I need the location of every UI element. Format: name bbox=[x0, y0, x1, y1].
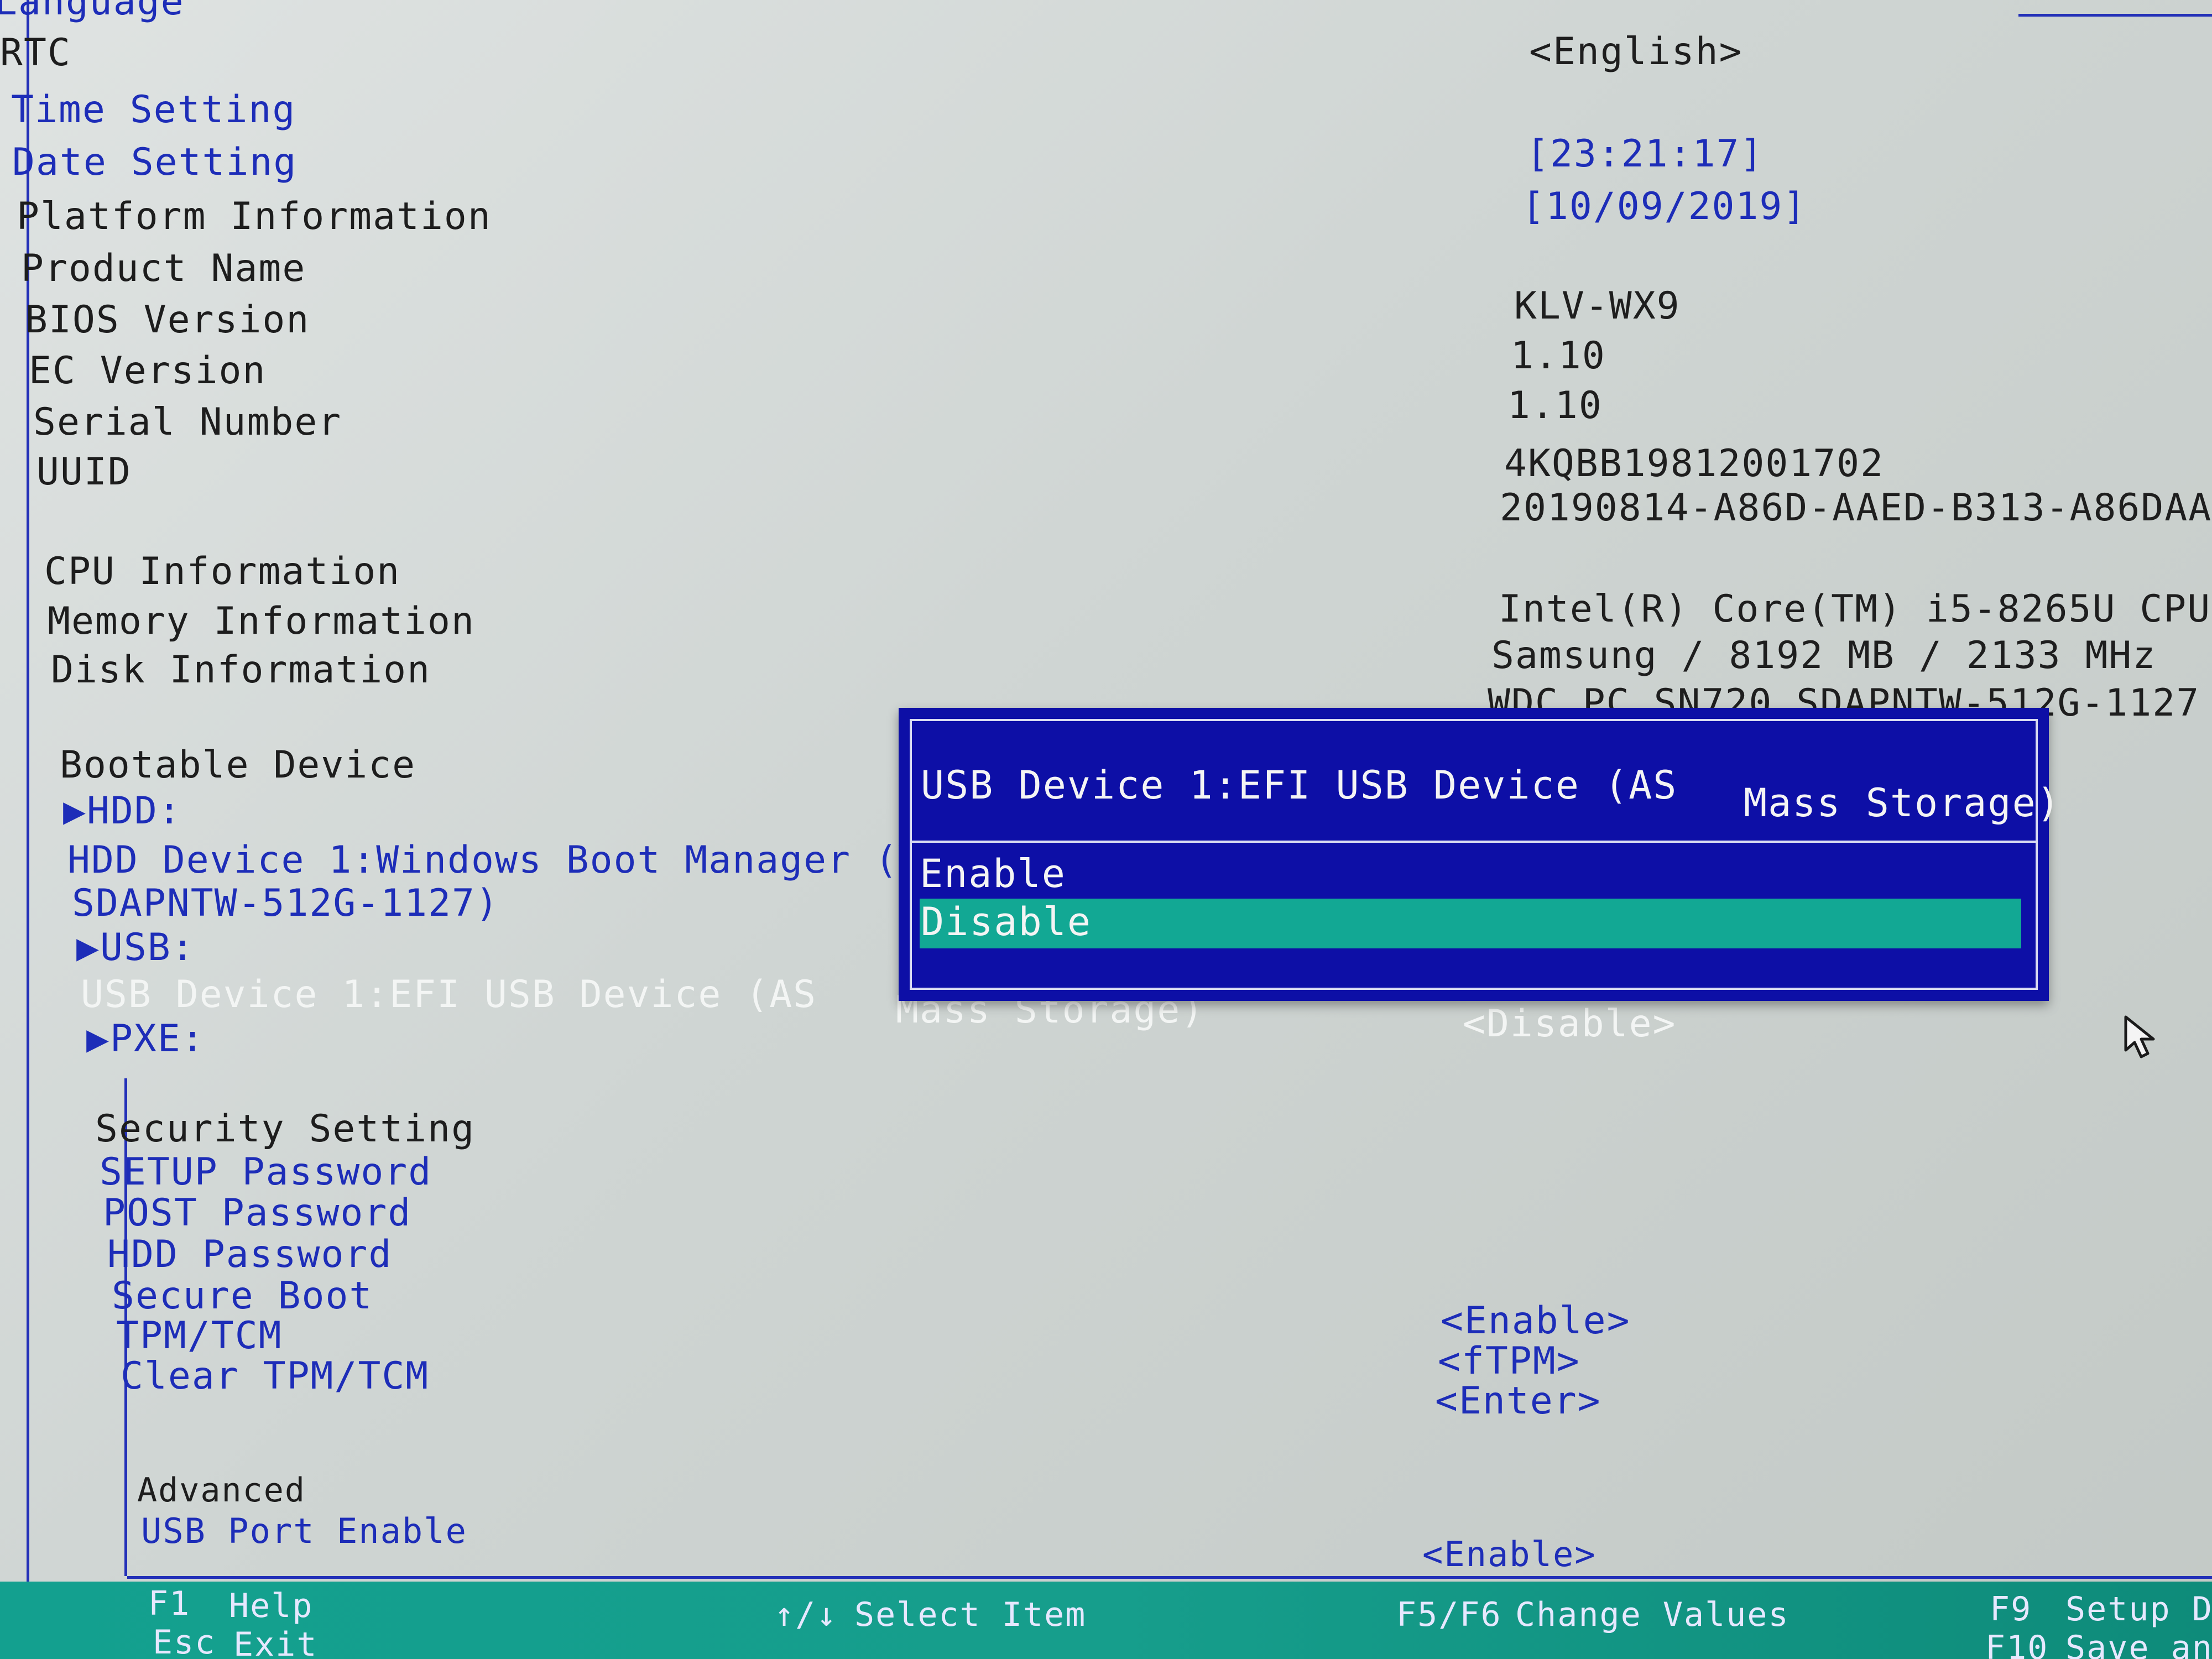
section-rtc: RTC bbox=[0, 31, 71, 75]
arrows-key: ↑/↓ bbox=[774, 1595, 838, 1634]
save-exit-label: Save an bbox=[2065, 1629, 2212, 1659]
language-value[interactable]: <English> bbox=[1529, 33, 1743, 71]
usb-group-label: ▶USB: bbox=[76, 926, 195, 969]
menu-item-language[interactable]: Language bbox=[0, 0, 185, 21]
label-memory-information: Memory Information bbox=[48, 599, 475, 643]
label-bios-version: BIOS Version bbox=[25, 298, 310, 342]
label-product-name: Product Name bbox=[21, 247, 306, 290]
tpm-tcm-value[interactable]: <fTPM> bbox=[1438, 1343, 1580, 1380]
menu-item-date-setting[interactable]: Date Setting bbox=[12, 144, 297, 181]
f5f6-key: F5/F6 bbox=[1396, 1595, 1502, 1634]
footer-top-line bbox=[127, 1576, 2212, 1579]
secure-boot-value[interactable]: <Enable> bbox=[1441, 1302, 1631, 1340]
serial-number-value: 4KQBB19812001702 bbox=[1504, 442, 1885, 486]
cpu-value: Intel(R) Core(TM) i5-8265U CPU @ bbox=[1499, 587, 2212, 631]
hdd-boot-device[interactable]: HDD Device 1:Windows Boot Manager (WD bbox=[67, 842, 946, 879]
esc-key: Esc bbox=[153, 1623, 216, 1659]
label-cpu-information: CPU Information bbox=[44, 550, 401, 593]
hdd-boot-device-line2[interactable]: SDAPNTW-512G-1127) bbox=[72, 885, 499, 922]
popup-separator bbox=[910, 841, 2038, 843]
menu-item-setup-password[interactable]: SETUP Password bbox=[100, 1154, 432, 1191]
clear-tpm-value[interactable]: <Enter> bbox=[1435, 1383, 1601, 1420]
f10-key: F10 bbox=[1985, 1629, 2049, 1659]
popup-title: USB Device 1:EFI USB Device (AS bbox=[921, 763, 1678, 808]
f1-help-label: Help bbox=[229, 1587, 314, 1625]
select-item-label: Select Item bbox=[854, 1595, 1087, 1634]
f1-key: F1 bbox=[148, 1584, 191, 1623]
memory-value: Samsung / 8192 MB / 2133 MHz bbox=[1491, 634, 2157, 677]
menu-item-tpm-tcm[interactable]: TPM/TCM bbox=[116, 1317, 283, 1355]
popup-title-tail: Mass Storage) bbox=[1744, 780, 2061, 826]
uuid-value: 20190814-A86D-AAED-B313-A86DAAEDE bbox=[1500, 486, 2212, 530]
date-value[interactable]: [10/09/2019] bbox=[1522, 188, 1807, 226]
left-border-line bbox=[27, 0, 29, 1637]
label-uuid: UUID bbox=[36, 450, 132, 494]
menu-item-secure-boot[interactable]: Secure Boot bbox=[112, 1277, 373, 1315]
pxe-group-label: ▶PXE: bbox=[86, 1017, 205, 1061]
change-values-label: Change Values bbox=[1515, 1595, 1790, 1634]
label-serial-number: Serial Number bbox=[33, 400, 342, 444]
section-platform-information: Platform Information bbox=[17, 195, 492, 238]
usb-port-enable-value[interactable]: <Enable> bbox=[1422, 1537, 1597, 1572]
top-border-line bbox=[2018, 14, 2212, 17]
section-security-setting: Security Setting bbox=[95, 1107, 476, 1151]
section-advanced: Advanced bbox=[137, 1471, 306, 1510]
popup-option-disable[interactable]: Disable bbox=[921, 902, 1092, 941]
menu-item-clear-tpm[interactable]: Clear TPM/TCM bbox=[121, 1358, 429, 1395]
setup-defaults-label: Setup De bbox=[2065, 1590, 2212, 1629]
hdd-group-label: ▶HDD: bbox=[63, 789, 182, 833]
bios-screen: Language <English> RTC Time Setting Date… bbox=[0, 0, 2212, 1659]
help-footer-bar: F1 Help Esc Exit ↑/↓ Select Item F5/F6 C… bbox=[0, 1582, 2212, 1659]
menu-item-hdd-password[interactable]: HDD Password bbox=[107, 1236, 392, 1274]
menu-item-time-setting[interactable]: Time Setting bbox=[11, 91, 296, 129]
label-ec-version: EC Version bbox=[29, 349, 267, 393]
f9-key: F9 bbox=[1990, 1590, 2032, 1629]
menu-item-usb-port-enable[interactable]: USB Port Enable bbox=[141, 1514, 467, 1548]
label-disk-information: Disk Information bbox=[51, 648, 431, 692]
popup-option-enable[interactable]: Enable bbox=[920, 854, 1066, 893]
usb-boot-device[interactable]: USB Device 1:EFI USB Device (AS bbox=[81, 976, 817, 1014]
mouse-pointer-icon bbox=[2124, 1015, 2162, 1061]
option-popup-dialog[interactable]: USB Device 1:EFI USB Device (AS Mass Sto… bbox=[899, 708, 2060, 1001]
menu-item-post-password[interactable]: POST Password bbox=[103, 1194, 411, 1232]
time-value[interactable]: [23:21:17] bbox=[1526, 135, 1764, 173]
usb-boot-device-value[interactable]: <Disable> bbox=[1463, 1005, 1676, 1043]
ec-version-value: 1.10 bbox=[1507, 384, 1603, 427]
bios-version-value: 1.10 bbox=[1511, 334, 1606, 378]
product-name-value: KLV-WX9 bbox=[1514, 284, 1681, 328]
popup-frame bbox=[910, 719, 2038, 990]
section-bootable-device: Bootable Device bbox=[60, 743, 416, 787]
esc-exit-label: Exit bbox=[233, 1625, 318, 1659]
